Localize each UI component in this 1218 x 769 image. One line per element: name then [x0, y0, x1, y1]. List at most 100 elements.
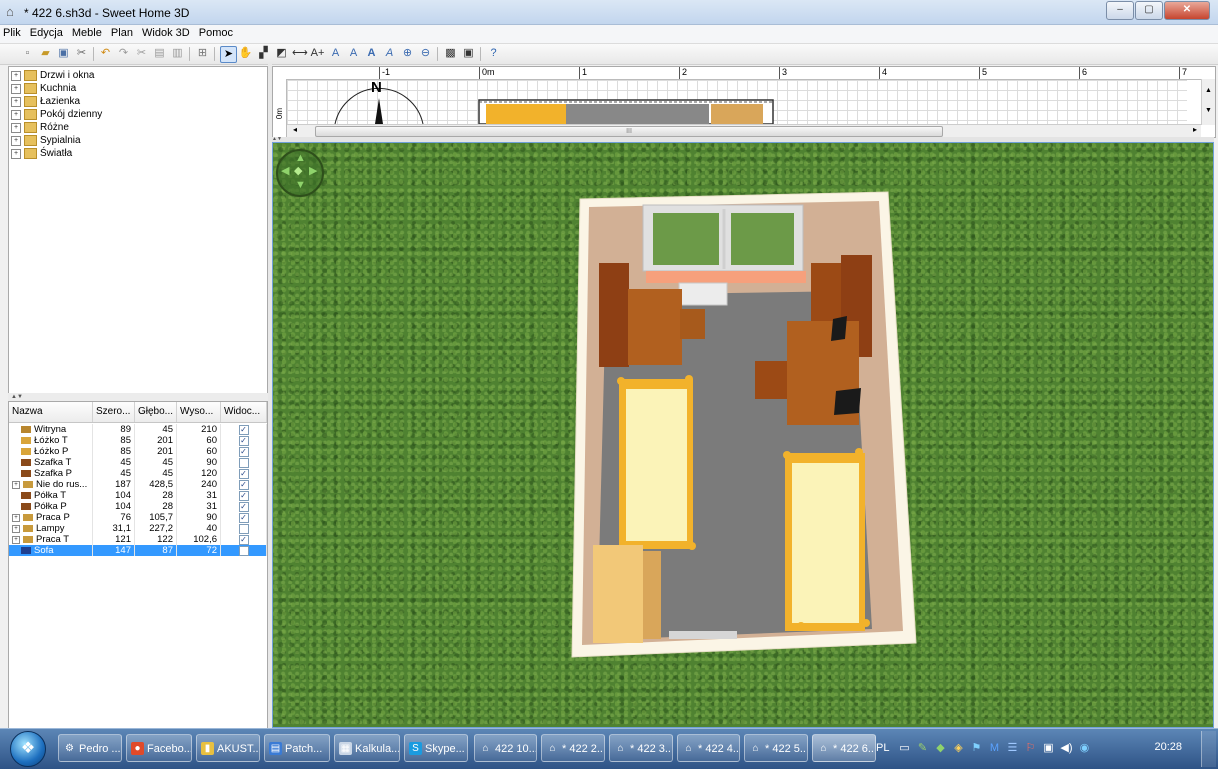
column-height[interactable]: Wyso... [177, 402, 221, 422]
expand-icon[interactable]: + [11, 148, 21, 159]
create-photo-icon[interactable]: ▩ [443, 46, 458, 61]
taskbar-button[interactable]: S Skype... [404, 734, 468, 762]
column-visible[interactable]: Widoc... [221, 402, 267, 422]
start-button[interactable]: ❖ [10, 731, 46, 767]
clock[interactable]: 20:28 [1154, 741, 1182, 753]
catalog-category[interactable]: + Sypialnia [11, 134, 81, 147]
expand-icon[interactable]: + [11, 70, 21, 81]
bold-icon[interactable]: A [364, 46, 379, 61]
close-button[interactable]: ✕ [1164, 1, 1210, 20]
taskbar-button[interactable]: ● Facebo... [126, 734, 192, 762]
furniture-depth-cell[interactable]: 45 [135, 457, 177, 468]
maximize-button[interactable]: ▢ [1135, 1, 1163, 20]
furniture-height-cell[interactable]: 210 [177, 424, 221, 435]
expand-icon[interactable]: + [12, 535, 20, 544]
taskbar-button[interactable]: ⌂ * 422 3.... [609, 734, 673, 762]
catalog-category[interactable]: + Różne [11, 121, 69, 134]
plan-vertical-scrollbar[interactable]: ▲ ▼ [1201, 79, 1215, 125]
table-row[interactable]: + Praca T 121 122 102,6 ✓ [9, 534, 267, 545]
catalog-category[interactable]: + Pokój dzienny [11, 108, 102, 121]
taskbar-button[interactable]: ▦ Kalkula... [334, 734, 400, 762]
scroll-down-icon[interactable]: ▼ [1205, 107, 1212, 114]
furniture-name-cell[interactable]: Sofa [9, 545, 93, 556]
table-row[interactable]: Łóżko T 85 201 60 ✓ [9, 435, 267, 446]
furniture-width-cell[interactable]: 121 [93, 534, 135, 545]
table-row[interactable]: Witryna 89 45 210 ✓ [9, 424, 267, 435]
undo-icon[interactable]: ↶ [98, 46, 113, 61]
furniture-height-cell[interactable]: 102,6 [177, 534, 221, 545]
furniture-name-cell[interactable]: Szafka T [9, 457, 93, 468]
table-row[interactable]: Szafka P 45 45 120 ✓ [9, 468, 267, 479]
furniture-height-cell[interactable]: 72 [177, 545, 221, 556]
table-row[interactable]: Szafka T 45 45 90 [9, 457, 267, 468]
visible-checkbox[interactable]: ✓ [238, 469, 249, 479]
visible-checkbox[interactable]: ✓ [238, 480, 249, 490]
taskbar-button[interactable]: ⌂ * 422 4.... [677, 734, 740, 762]
menu-3d-view[interactable]: Widok 3D [139, 25, 193, 41]
plan-view[interactable]: -1 0m 1 2 3 4 5 6 7 0m N ▲ ▼ ◂ III ▸ [272, 66, 1216, 138]
table-row[interactable]: + Nie do rus... 187 428,5 240 ✓ [9, 479, 267, 490]
furniture-depth-cell[interactable]: 105,7 [135, 512, 177, 523]
volume-icon[interactable]: ◀) [1059, 741, 1073, 755]
catalog-splitter[interactable]: ▲▼ [8, 393, 271, 401]
table-row[interactable]: Łóżko P 85 201 60 ✓ [9, 446, 267, 457]
catalog-category[interactable]: + Drzwi i okna [11, 69, 94, 82]
plan-horizontal-scrollbar[interactable]: ◂ III ▸ [287, 124, 1201, 137]
furniture-depth-cell[interactable]: 87 [135, 545, 177, 556]
preferences-icon[interactable]: ✂ [74, 46, 89, 61]
furniture-height-cell[interactable]: 31 [177, 490, 221, 501]
catalog-category[interactable]: + Światła [11, 147, 72, 160]
taskbar-button[interactable]: ⌂ * 422 5.... [744, 734, 808, 762]
select-mode-icon[interactable]: ➤ [220, 46, 237, 63]
add-furniture-icon[interactable]: ⊞ [195, 46, 210, 61]
taskbar-button[interactable]: ⚙ Pedro ... [58, 734, 122, 762]
italic-icon[interactable]: A [382, 46, 397, 61]
text-style-icon[interactable]: A [346, 46, 361, 61]
create-walls-icon[interactable]: ▞ [256, 46, 271, 61]
furniture-depth-cell[interactable]: 28 [135, 501, 177, 512]
furniture-height-cell[interactable]: 40 [177, 523, 221, 534]
create-dimensions-icon[interactable]: ⟷ [292, 46, 308, 61]
expand-icon[interactable]: + [11, 122, 21, 133]
taskbar-button[interactable]: ▤ Patch... [264, 734, 330, 762]
column-name[interactable]: Nazwa [9, 402, 93, 422]
furniture-width-cell[interactable]: 89 [93, 424, 135, 435]
catalog-category[interactable]: + Łazienka [11, 95, 80, 108]
expand-icon[interactable]: + [11, 96, 21, 107]
scroll-up-icon[interactable]: ▲ [1205, 87, 1212, 94]
menu-file[interactable]: Plik [0, 25, 24, 41]
taskbar-button[interactable]: ▮ AKUST... [196, 734, 260, 762]
furniture-width-cell[interactable]: 187 [93, 479, 135, 490]
expand-icon[interactable]: + [11, 83, 21, 94]
create-video-icon[interactable]: ▣ [461, 46, 476, 61]
furniture-name-cell[interactable]: Półka P [9, 501, 93, 512]
visible-checkbox[interactable]: ✓ [238, 502, 249, 512]
furniture-name-cell[interactable]: + Lampy [9, 523, 93, 534]
shield-icon[interactable]: ◆ [933, 741, 947, 755]
visible-checkbox[interactable]: ✓ [238, 425, 249, 435]
redo-icon[interactable]: ↷ [116, 46, 131, 61]
table-row[interactable]: + Praca P 76 105,7 90 ✓ [9, 512, 267, 523]
furniture-width-cell[interactable]: 45 [93, 468, 135, 479]
table-row[interactable]: Półka P 104 28 31 ✓ [9, 501, 267, 512]
visible-checkbox[interactable]: ✓ [238, 436, 249, 446]
furniture-name-cell[interactable]: Łóżko P [9, 446, 93, 457]
visible-checkbox[interactable] [238, 546, 249, 556]
expand-icon[interactable]: + [12, 524, 20, 533]
menu-edit[interactable]: Edycja [27, 25, 66, 41]
3d-view[interactable]: ▲ ▼ ◀ ▶ ◆ [272, 142, 1214, 728]
furniture-depth-cell[interactable]: 45 [135, 424, 177, 435]
network-icon[interactable]: ▣ [1041, 741, 1055, 755]
malware-icon[interactable]: M [987, 741, 1001, 755]
column-width[interactable]: Szero... [93, 402, 135, 422]
visible-checkbox[interactable]: ✓ [238, 535, 249, 545]
keyboard-icon[interactable]: ▭ [897, 741, 911, 755]
visible-checkbox[interactable]: ✓ [238, 447, 249, 457]
minimize-button[interactable]: – [1106, 1, 1134, 20]
save-icon[interactable]: ▣ [56, 46, 71, 61]
furniture-width-cell[interactable]: 104 [93, 501, 135, 512]
furniture-name-cell[interactable]: + Praca P [9, 512, 93, 523]
furniture-height-cell[interactable]: 90 [177, 512, 221, 523]
furniture-name-cell[interactable]: Łóżko T [9, 435, 93, 446]
help-icon[interactable]: ? [486, 46, 501, 61]
